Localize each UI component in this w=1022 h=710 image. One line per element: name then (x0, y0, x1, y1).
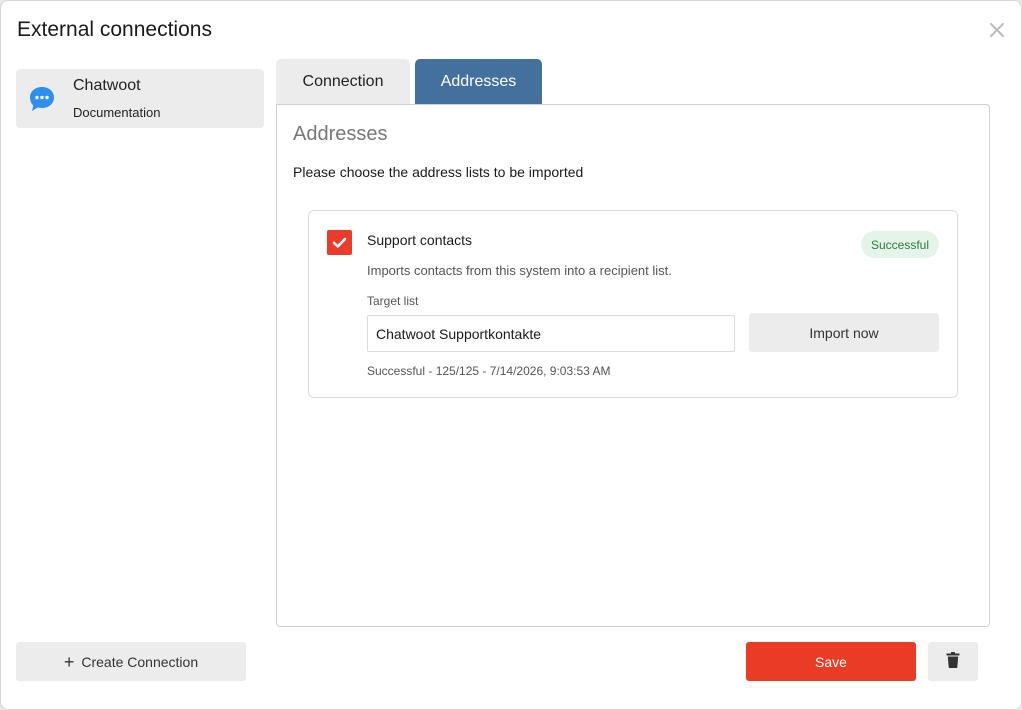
trash-icon (946, 652, 960, 671)
address-list-card: Support contacts Successful Imports cont… (308, 210, 958, 398)
card-description: Imports contacts from this system into a… (367, 263, 672, 278)
delete-button[interactable] (928, 642, 978, 681)
chat-bubble-icon (28, 85, 56, 113)
create-connection-button[interactable]: + Create Connection (16, 642, 246, 681)
support-contacts-checkbox[interactable] (327, 230, 352, 255)
sidebar-item-chatwoot[interactable]: Chatwoot Documentation (16, 69, 264, 128)
addresses-panel: Addresses Please choose the address list… (276, 104, 990, 627)
target-list-label: Target list (367, 294, 419, 308)
documentation-link[interactable]: Documentation (73, 105, 160, 120)
target-list-input[interactable] (367, 315, 735, 352)
panel-subtitle: Please choose the address lists to be im… (293, 164, 584, 180)
external-connections-dialog: External connections Chatwoot Documentat… (0, 0, 1022, 710)
close-icon[interactable] (987, 20, 1007, 40)
tab-connection[interactable]: Connection (276, 59, 410, 105)
tab-addresses[interactable]: Addresses (415, 59, 542, 105)
sidebar-item-label: Chatwoot (73, 77, 141, 94)
import-status-text: Successful - 125/125 - 7/14/2026, 9:03:5… (367, 364, 611, 378)
plus-icon: + (63, 651, 75, 672)
panel-title: Addresses (293, 123, 388, 145)
import-now-button[interactable]: Import now (749, 313, 939, 352)
dialog-title: External connections (17, 18, 212, 41)
save-button[interactable]: Save (746, 642, 916, 681)
status-badge: Successful (861, 231, 940, 258)
card-title: Support contacts (367, 232, 473, 248)
create-connection-label: Create Connection (81, 653, 199, 670)
